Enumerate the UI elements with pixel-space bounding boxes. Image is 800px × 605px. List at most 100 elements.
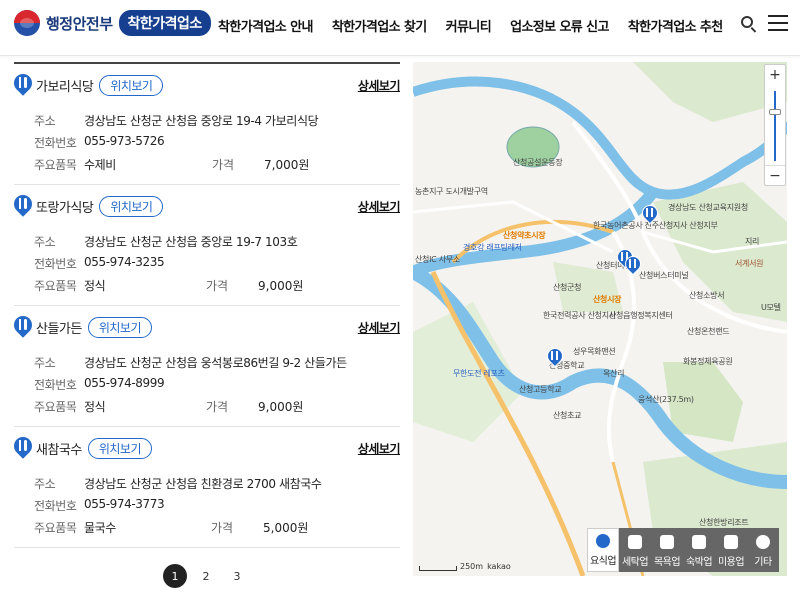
address-label: 주소 — [34, 356, 56, 370]
store-marker-icon[interactable] — [543, 344, 567, 368]
address-label: 주소 — [34, 235, 56, 249]
page-3-button[interactable]: 3 — [225, 564, 249, 588]
store-marker-icon[interactable] — [621, 252, 645, 276]
price-label: 가격 — [206, 279, 229, 293]
store-address: 경상남도 산청군 산청읍 중앙로 19-7 103호 — [84, 235, 298, 249]
map-label: 산청한방리조트 — [699, 518, 749, 527]
map-label: 산청버스터미널 — [639, 271, 689, 280]
category-beauty-button[interactable]: 미용업 — [715, 528, 747, 572]
category-bath-button[interactable]: 목욕업 — [651, 528, 683, 572]
store-price: 9,000원 — [258, 400, 304, 414]
store-list: 가보리식당 위치보기 상세보기 주소 경상남도 산청군 산청읍 중앙로 19-4 … — [10, 62, 401, 548]
map-label: U모텔 — [761, 303, 781, 312]
government-emblem-icon — [14, 10, 40, 36]
locate-button[interactable]: 위치보기 — [99, 74, 164, 96]
map-provider: kakao — [487, 562, 511, 571]
detail-link[interactable]: 상세보기 — [358, 198, 401, 215]
phone-label: 전화번호 — [34, 499, 77, 513]
map-label: 한국전력공사 산청지사 — [543, 311, 616, 320]
map-label: 옥산리 — [603, 369, 625, 378]
map-label: 산청고등학교 — [519, 385, 562, 394]
nav-community[interactable]: 커뮤니티 — [446, 16, 492, 35]
store-item: 물국수 — [84, 521, 116, 535]
store-name: 산들가든 — [36, 321, 82, 337]
nav-find[interactable]: 착한가격업소 찾기 — [332, 16, 427, 35]
pagination: 1 2 3 — [163, 564, 256, 588]
store-name: 새참국수 — [36, 442, 82, 458]
brand-badge: 착한가격업소 — [118, 10, 211, 36]
map-label: 산청시장 — [593, 295, 622, 304]
zoom-out-button[interactable]: − — [765, 165, 785, 185]
item-label: 주요품목 — [34, 521, 77, 535]
item-label: 주요품목 — [34, 279, 77, 293]
bath-icon — [660, 535, 674, 549]
bed-icon — [692, 535, 706, 549]
store-item: 수제비 — [84, 158, 116, 172]
map-label: 산청IC 사무소 — [415, 255, 460, 264]
heart-icon — [756, 535, 770, 549]
price-label: 가격 — [212, 158, 235, 172]
store-phone: 055-974-3235 — [84, 255, 165, 269]
address-label: 주소 — [34, 114, 56, 128]
zoom-slider-track[interactable] — [774, 91, 776, 161]
detail-link[interactable]: 상세보기 — [358, 440, 401, 457]
category-restaurant-button[interactable]: 요식업 — [587, 528, 619, 572]
store-item: 정식 — [84, 400, 106, 414]
map-label: 산청약초시장 — [503, 231, 546, 240]
store-card: 새참국수 위치보기 상세보기 주소 경상남도 산청군 산청읍 친환경로 2700 … — [10, 427, 401, 548]
map-label: 지리 — [745, 237, 760, 246]
store-map[interactable]: 산청공설운동장 경상남도 산청교육지원청 한국농어촌공사 진주산청지사 산청지부… — [413, 62, 787, 576]
restaurant-pin-icon — [10, 312, 36, 338]
store-name: 또랑가식당 — [36, 200, 94, 216]
restaurant-pin-icon — [10, 433, 36, 459]
laundry-icon — [628, 535, 642, 549]
map-scale: 250m kakao — [419, 562, 511, 571]
store-phone: 055-973-5726 — [84, 134, 165, 148]
page-2-button[interactable]: 2 — [194, 564, 218, 588]
zoom-in-button[interactable]: + — [765, 65, 785, 85]
detail-link[interactable]: 상세보기 — [358, 77, 401, 94]
detail-link[interactable]: 상세보기 — [358, 319, 401, 336]
zoom-control: + − — [764, 64, 786, 186]
search-icon[interactable] — [739, 14, 759, 34]
restaurant-icon — [596, 534, 610, 548]
locate-button[interactable]: 위치보기 — [87, 316, 153, 338]
item-label: 주요품목 — [34, 158, 77, 172]
map-label: 무한도전 레포츠 — [453, 369, 505, 378]
map-label: 농촌지구 도시개발구역 — [415, 187, 488, 196]
scissors-icon — [724, 535, 738, 549]
store-phone: 055-974-3773 — [84, 497, 165, 511]
map-label: 웅석산(237.5m) — [638, 395, 694, 404]
phone-label: 전화번호 — [34, 257, 77, 271]
category-lodging-button[interactable]: 숙박업 — [683, 528, 715, 572]
map-label: 산청군청 — [553, 283, 582, 292]
store-marker-icon[interactable] — [638, 201, 662, 225]
hamburger-menu-icon[interactable] — [768, 14, 788, 32]
map-label: 산청초교 — [553, 411, 582, 420]
locate-button[interactable]: 위치보기 — [87, 437, 153, 459]
store-address: 경상남도 산청군 산청읍 중앙로 19-4 가보리식당 — [84, 114, 319, 128]
locate-button[interactable]: 위치보기 — [99, 195, 164, 217]
restaurant-pin-icon — [10, 70, 36, 96]
nav-recommend[interactable]: 착한가격업소 추천 — [628, 16, 723, 35]
category-laundry-button[interactable]: 세탁업 — [619, 528, 651, 572]
ministry-name: 행정안전부 — [46, 14, 113, 33]
restaurant-pin-icon — [10, 191, 36, 217]
store-card: 또랑가식당 위치보기 상세보기 주소 경상남도 산청군 산청읍 중앙로 19-7 … — [10, 185, 401, 306]
nav-guide[interactable]: 착한가격업소 안내 — [218, 16, 313, 35]
map-label: 화봉정체육공원 — [683, 357, 733, 366]
page-1-button[interactable]: 1 — [163, 564, 187, 588]
nav-report-error[interactable]: 업소정보 오류 신고 — [510, 16, 609, 35]
scale-value: 250m — [460, 562, 484, 571]
zoom-slider-handle[interactable] — [769, 109, 781, 115]
map-label: 산청소방서 — [689, 291, 725, 300]
site-header: 행정안전부 착한가격업소 착한가격업소 안내 착한가격업소 찾기 커뮤니티 업소… — [0, 0, 800, 56]
store-price: 9,000원 — [258, 279, 304, 293]
store-address: 경상남도 산청군 산청읍 웅석봉로86번길 9-2 산들가든 — [84, 356, 347, 370]
site-logo[interactable]: 행정안전부 착한가격업소 — [14, 10, 211, 36]
store-phone: 055-974-8999 — [84, 376, 165, 390]
address-label: 주소 — [34, 477, 56, 491]
category-other-button[interactable]: 기타 — [747, 528, 779, 572]
phone-label: 전화번호 — [34, 378, 77, 392]
map-label: 경상남도 산청교육지원청 — [668, 203, 748, 212]
